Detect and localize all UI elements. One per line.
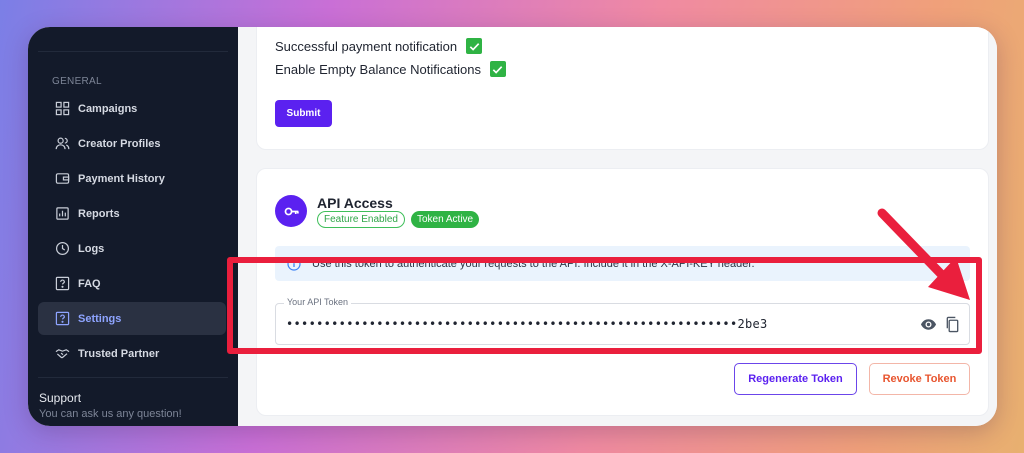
sidebar-divider (38, 377, 228, 378)
sidebar-item-payment-history[interactable]: Payment History (38, 162, 226, 195)
successful-payment-checkbox[interactable] (466, 38, 483, 54)
api-access-title: API Access (317, 195, 393, 211)
info-icon (287, 256, 301, 271)
sidebar: GENERAL Campaigns Creator Profiles Payme… (28, 27, 238, 426)
sidebar-item-label: Logs (78, 242, 105, 255)
users-icon (54, 136, 70, 152)
regenerate-token-button[interactable]: Regenerate Token (734, 363, 857, 395)
notifications-card: Successful payment notification Enable E… (256, 27, 989, 150)
grid-icon (54, 101, 70, 117)
support-section: Support You can ask us any question! (39, 391, 182, 420)
key-icon (275, 195, 307, 227)
submit-button[interactable]: Submit (275, 100, 332, 127)
api-token-field[interactable]: Your API Token •••••••••••••••••••••••••… (275, 297, 970, 345)
question-icon (54, 311, 70, 327)
support-subtitle: You can ask us any question! (39, 408, 182, 420)
question-icon (54, 276, 70, 292)
app-window: GENERAL Campaigns Creator Profiles Payme… (28, 27, 997, 426)
sidebar-item-settings[interactable]: Settings (38, 302, 226, 335)
sidebar-item-label: Settings (78, 312, 122, 325)
support-title: Support (39, 391, 82, 405)
feature-enabled-badge: Feature Enabled (317, 211, 405, 228)
sidebar-item-creator-profiles[interactable]: Creator Profiles (38, 127, 226, 160)
empty-balance-checkbox[interactable] (489, 61, 506, 77)
sidebar-section-label: GENERAL (52, 76, 102, 87)
sidebar-divider (38, 51, 228, 52)
wallet-icon (54, 171, 70, 187)
revoke-token-button[interactable]: Revoke Token (869, 363, 970, 395)
sidebar-item-label: Campaigns (78, 102, 138, 115)
sidebar-item-label: Creator Profiles (78, 137, 161, 150)
empty-balance-label: Enable Empty Balance Notifications (275, 61, 481, 77)
sidebar-nav: Campaigns Creator Profiles Payment Histo… (38, 92, 226, 372)
sidebar-item-faq[interactable]: FAQ (38, 267, 226, 300)
empty-balance-row: Enable Empty Balance Notifications (275, 61, 506, 77)
successful-payment-label: Successful payment notification (275, 38, 458, 54)
eye-icon[interactable] (919, 315, 937, 333)
handshake-icon (54, 346, 70, 362)
sidebar-item-label: Reports (78, 207, 120, 220)
sidebar-item-trusted-partner[interactable]: Trusted Partner (38, 337, 226, 370)
sidebar-item-label: FAQ (78, 277, 101, 290)
sidebar-item-reports[interactable]: Reports (38, 197, 226, 230)
token-active-badge: Token Active (410, 211, 480, 228)
api-badges: Feature Enabled Token Active (317, 211, 480, 228)
token-actions (919, 315, 961, 333)
report-icon (54, 206, 70, 222)
successful-payment-row: Successful payment notification (275, 38, 483, 54)
sidebar-item-logs[interactable]: Logs (38, 232, 226, 265)
clock-icon (54, 241, 70, 257)
sidebar-item-campaigns[interactable]: Campaigns (38, 92, 226, 125)
check-icon (493, 65, 503, 74)
api-token-label: Your API Token (284, 297, 352, 307)
api-access-card: API Access Feature Enabled Token Active … (256, 168, 989, 416)
sidebar-item-label: Payment History (78, 172, 165, 185)
api-info-text: Use this token to authenticate your requ… (312, 257, 755, 270)
copy-icon[interactable] (943, 315, 961, 333)
sidebar-item-label: Trusted Partner (78, 347, 160, 360)
check-icon (469, 42, 479, 51)
main-content: Successful payment notification Enable E… (238, 27, 997, 426)
api-token-value: ••••••••••••••••••••••••••••••••••••••••… (286, 317, 768, 331)
api-info-alert: Use this token to authenticate your requ… (275, 246, 970, 281)
